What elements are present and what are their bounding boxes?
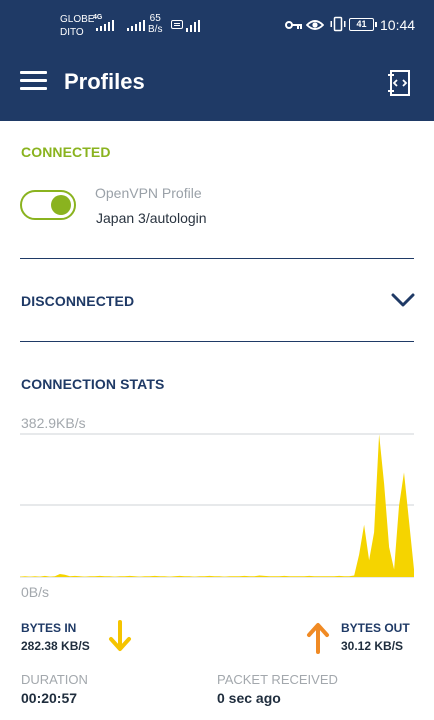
packet-received-value: 0 sec ago bbox=[217, 690, 281, 706]
eye-comfort-icon bbox=[306, 20, 324, 30]
bytes-out-title: BYTES OUT bbox=[341, 621, 410, 635]
chevron-down-icon[interactable] bbox=[391, 292, 415, 308]
clock: 10:44 bbox=[380, 17, 416, 33]
profile-name[interactable]: Japan 3/autologin bbox=[96, 210, 207, 226]
bytes-in-title: BYTES IN bbox=[21, 621, 77, 635]
network-speed-unit: B/s bbox=[148, 24, 163, 35]
vpn-key-icon bbox=[285, 21, 302, 29]
signal-strength-icon bbox=[186, 20, 200, 32]
throughput-chart bbox=[20, 433, 414, 578]
import-profile-icon[interactable] bbox=[387, 69, 413, 97]
hd-voice-icon bbox=[171, 20, 183, 29]
section-divider bbox=[20, 258, 414, 259]
signal-strength-icon bbox=[127, 20, 145, 31]
profile-type-label: OpenVPN Profile bbox=[95, 185, 202, 201]
network-speed-value: 65 bbox=[149, 13, 161, 24]
upload-arrow-icon bbox=[307, 623, 329, 654]
carrier-name: GLOBE DITO bbox=[60, 13, 94, 39]
packet-received-title: PACKET RECEIVED bbox=[217, 672, 338, 687]
carrier-line-2: DITO bbox=[60, 27, 84, 38]
chart-min-label: 0B/s bbox=[21, 584, 50, 600]
chart-series-area bbox=[20, 434, 414, 577]
connected-section-title: CONNECTED bbox=[21, 144, 111, 160]
duration-value: 00:20:57 bbox=[21, 690, 78, 706]
duration-title: DURATION bbox=[21, 672, 88, 687]
vibrate-icon bbox=[330, 16, 346, 32]
disconnected-section-title[interactable]: DISCONNECTED bbox=[21, 293, 134, 309]
network-speed: 65 B/s bbox=[148, 13, 162, 35]
carrier-line-1: GLOBE bbox=[60, 14, 95, 25]
hamburger-menu-icon[interactable] bbox=[20, 71, 48, 93]
status-bar: GLOBE DITO 4G 65 B/s 41 10:44 bbox=[0, 0, 434, 44]
download-arrow-icon bbox=[109, 620, 131, 651]
section-divider bbox=[20, 341, 414, 342]
connection-stats-title: CONNECTION STATS bbox=[21, 376, 165, 392]
signal-strength-icon bbox=[96, 20, 114, 31]
battery-icon: 41 bbox=[349, 18, 377, 31]
page-title: Profiles bbox=[64, 69, 145, 94]
vpn-connection-toggle[interactable] bbox=[20, 190, 76, 220]
app-bar: Profiles bbox=[0, 44, 434, 121]
bytes-out-value: 30.12 KB/S bbox=[341, 639, 404, 653]
bytes-in-value: 282.38 KB/S bbox=[21, 639, 90, 653]
toggle-knob bbox=[51, 194, 71, 215]
